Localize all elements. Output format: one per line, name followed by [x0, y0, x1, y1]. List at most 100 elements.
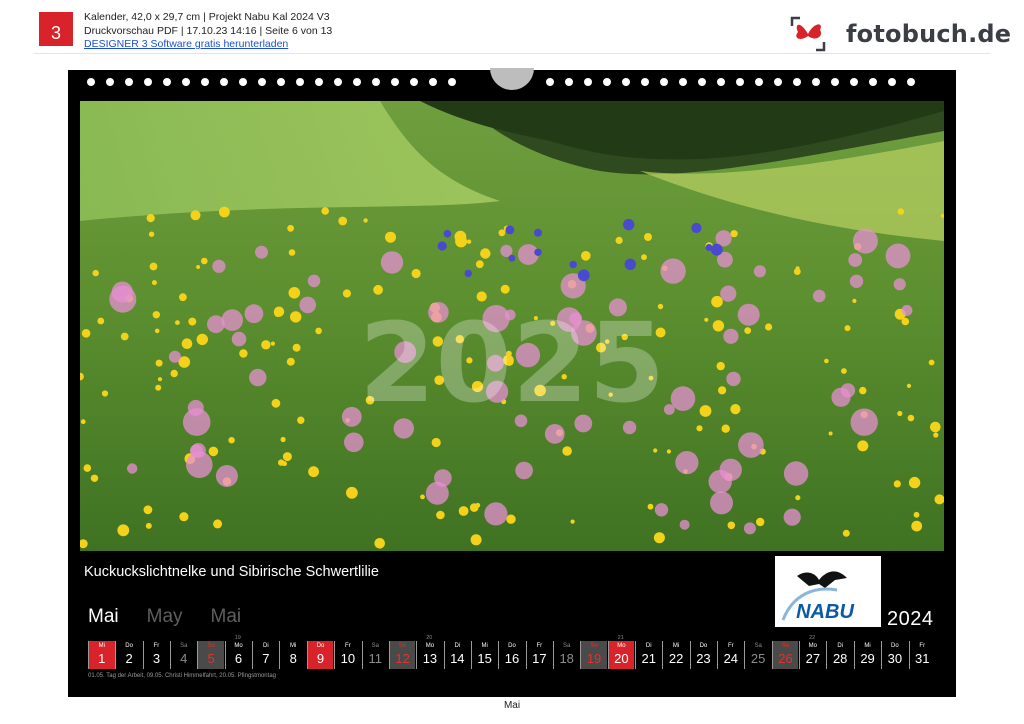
day-number: 18 — [559, 651, 574, 666]
binding-hole — [372, 78, 380, 86]
buttercup-flower — [897, 208, 905, 215]
day-cell: Di 14 — [443, 641, 471, 669]
ragged-robin-flower — [679, 519, 690, 530]
buttercup-flower — [480, 248, 491, 259]
ragged-robin-flower — [901, 304, 913, 316]
day-number: 9 — [316, 651, 325, 666]
buttercup-flower — [274, 310, 282, 317]
buttercup-flower — [181, 338, 193, 349]
binding-hole — [641, 78, 649, 86]
buttercup-flower — [411, 268, 421, 279]
binding-hole — [888, 78, 896, 86]
buttercup-flower — [454, 230, 467, 243]
weekday-abbr: So — [590, 643, 598, 649]
day-cell: So 19 — [580, 641, 607, 669]
binding-hole — [258, 78, 266, 86]
buttercup-flower — [219, 206, 230, 218]
day-number: 7 — [262, 651, 270, 666]
ragged-robin-flower — [893, 278, 906, 291]
buttercup-flower — [699, 405, 712, 417]
day-cell: Fr 10 — [334, 641, 361, 669]
ragged-robin-flower — [719, 458, 742, 481]
day-number: 6 — [234, 651, 243, 666]
buttercup-flower — [913, 511, 920, 518]
buttercup-flower — [321, 207, 329, 215]
binding-hole — [736, 78, 744, 86]
preview-header: 3 Kalender, 42,0 x 29,7 cm | Projekt Nab… — [0, 0, 1024, 56]
photo-caption: Kuckuckslichtnelke und Sibirische Schwer… — [84, 564, 379, 580]
buttercup-flower — [188, 317, 197, 326]
iris-flower — [443, 230, 452, 238]
weekday-abbr: Mi — [290, 643, 297, 649]
buttercup-flower — [852, 298, 857, 303]
logo-text: fotobuch.de — [846, 20, 1012, 48]
buttercup-flower — [928, 359, 935, 366]
buttercup-flower — [92, 269, 99, 277]
day-cell: Mi 8 — [279, 641, 306, 669]
ragged-robin-flower — [720, 285, 737, 302]
day-cell: So 5 — [197, 641, 224, 669]
buttercup-flower — [647, 503, 654, 510]
fotobuch-logo[interactable]: fotobuch.de — [790, 16, 1011, 52]
meadow-photo: 2025 — [80, 101, 944, 551]
weekday-abbr: So — [781, 643, 790, 649]
buttercup-flower — [374, 538, 386, 549]
designer-download-link[interactable]: DESIGNER 3 Software gratis herunterladen — [84, 38, 288, 50]
buttercup-flower — [721, 424, 730, 433]
ragged-robin-flower — [221, 309, 243, 331]
day-number: 26 — [778, 651, 793, 666]
binding-hole — [277, 78, 285, 86]
buttercup-flower — [282, 452, 292, 462]
page-number: 3 — [50, 23, 61, 43]
iris-flower — [534, 248, 542, 256]
iris-flower — [505, 225, 515, 235]
buttercup-flower — [261, 340, 271, 350]
ragged-robin-flower — [660, 258, 686, 284]
buttercup-flower — [793, 268, 801, 275]
buttercup-flower — [756, 517, 765, 527]
buttercup-flower — [80, 419, 86, 425]
buttercup-flower — [431, 437, 441, 448]
binding-hole — [296, 78, 304, 86]
buttercup-flower — [744, 327, 752, 334]
binding-hole — [622, 78, 630, 86]
weekday-abbr: Sa — [754, 643, 762, 649]
day-number: 15 — [477, 651, 492, 666]
binding-hole — [125, 78, 133, 86]
ragged-robin-flower — [484, 502, 508, 526]
buttercup-flower — [117, 524, 130, 537]
buttercup-flower — [290, 311, 302, 323]
ragged-robin-flower — [737, 303, 760, 326]
binding-hole — [679, 78, 687, 86]
day-number: 22 — [668, 651, 684, 666]
day-number: 16 — [504, 651, 520, 666]
buttercup-flower — [500, 284, 510, 294]
buttercup-flower — [179, 293, 187, 302]
buttercup-flower — [824, 358, 829, 364]
buttercup-flower — [641, 254, 647, 261]
buttercup-flower — [893, 480, 901, 488]
ragged-robin-flower — [783, 508, 801, 526]
buttercup-flower — [696, 425, 703, 432]
ragged-robin-flower — [738, 432, 764, 458]
buttercup-flower — [155, 359, 163, 367]
day-number: 1 — [98, 651, 106, 666]
day-number: 19 — [586, 651, 602, 666]
binding-hole — [831, 78, 839, 86]
buttercup-flower — [841, 368, 847, 374]
buttercup-flower — [120, 332, 129, 341]
buttercup-flower — [286, 357, 295, 366]
iris-flower — [623, 218, 635, 231]
calendar-year: 2024 — [887, 608, 934, 630]
binding-hole — [353, 78, 361, 86]
ragged-robin-flower — [307, 274, 321, 288]
iris-flower — [508, 254, 516, 262]
binding-hole — [584, 78, 592, 86]
day-cell: Sa 18 — [552, 641, 580, 669]
day-cell: So 26 — [771, 641, 799, 669]
buttercup-flower — [315, 327, 322, 335]
binding-hole — [182, 78, 190, 86]
ragged-robin-flower — [344, 432, 364, 453]
buttercup-flower — [342, 289, 351, 298]
weekday-abbr: Fr — [153, 643, 160, 649]
